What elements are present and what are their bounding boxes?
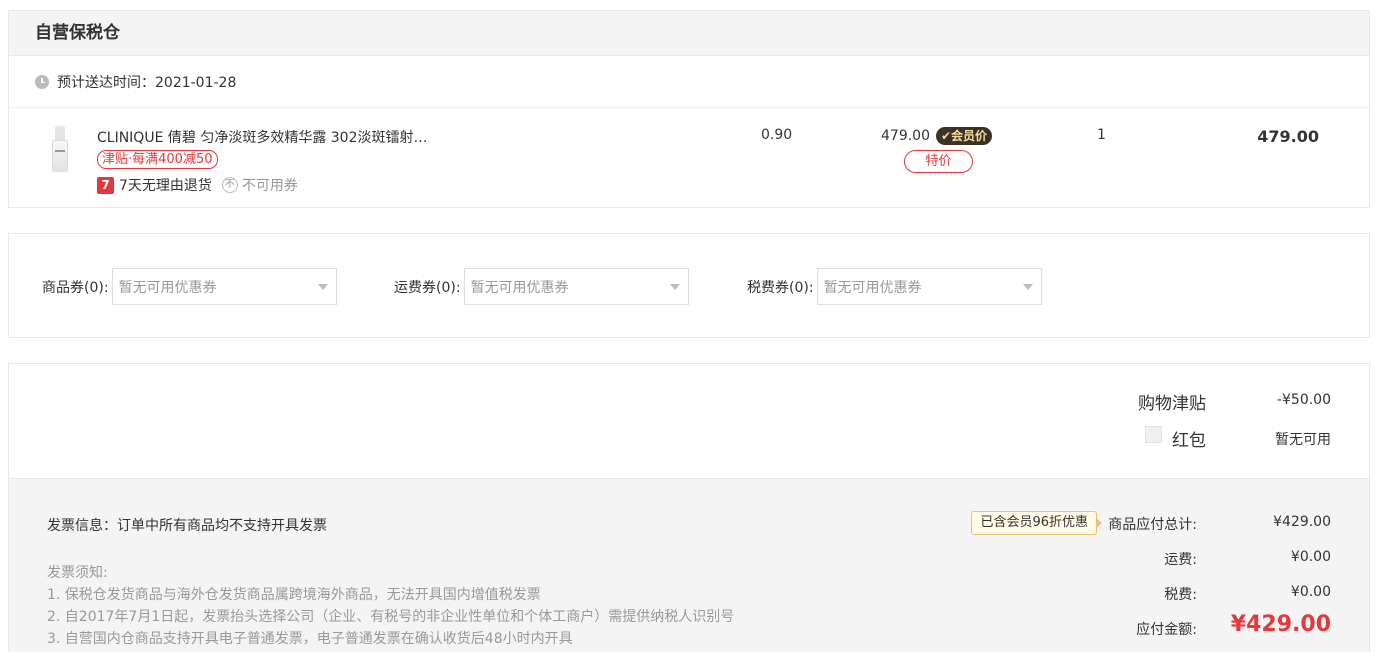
return-7day-icon: 7	[97, 176, 114, 194]
tax-coupon-value: 暂无可用优惠券	[823, 279, 922, 296]
special-price-tag: 特价	[904, 150, 973, 173]
delivery-row: 预计送达时间：2021-01-28	[9, 56, 1369, 108]
chevron-down-icon	[669, 284, 680, 290]
invoice-note: 2. 自2017年7月1日起，发票抬头选择公司（企业、有税号的非企业性单位和个体…	[47, 609, 735, 625]
unit-price: 479.00	[881, 128, 930, 144]
invoice-and-total-panel: 发票信息：订单中所有商品均不支持开具发票 发票须知: 1. 保税仓发货商品与海外…	[9, 478, 1369, 652]
no-coupon: 不 不可用券	[221, 175, 298, 195]
tax-fee-value: ¥0.00	[1290, 584, 1331, 600]
member-discount-tip: 已含会员96折优惠	[971, 511, 1102, 535]
tax-coupon-group: 税费券(0): 暂无可用优惠券	[747, 268, 1042, 305]
goods-coupon-group: 商品券(0): 暂无可用优惠券	[42, 268, 337, 305]
product-thumbnail[interactable]	[49, 126, 71, 174]
allowance-panel: 购物津贴 -¥50.00 红包 暂无可用	[9, 364, 1369, 478]
goods-total-label: 商品应付总计:	[1108, 517, 1197, 533]
tax-coupon-label: 税费券(0):	[747, 279, 814, 296]
invoice-note: 1. 保税仓发货商品与海外仓发货商品属跨境海外商品，无法开具国内增值税发票	[47, 587, 541, 603]
shipping-fee-value: ¥0.00	[1290, 549, 1331, 565]
red-packet-checkbox[interactable]	[1145, 426, 1162, 443]
tax-coupon-select[interactable]: 暂无可用优惠券	[816, 268, 1042, 305]
delivery-time: 预计送达时间：2021-01-28	[57, 74, 237, 91]
clock-icon	[35, 74, 49, 89]
invoice-note: 3. 自营国内仓商品支持开具电子普通发票，电子普通发票在确认收货后48小时内开具	[47, 631, 573, 647]
order-item: CLINIQUE 倩碧 匀净淡斑多效精华露 302淡斑镭射… 津贴·每满400减…	[9, 108, 1369, 207]
unit-price-row: 479.00 ✔会员价	[881, 127, 993, 145]
item-discount: 0.90	[761, 127, 793, 143]
vip-price-badge: ✔会员价	[936, 127, 993, 145]
goods-coupon-label: 商品券(0):	[42, 279, 109, 296]
service-row: 7 7天无理由退货 不 不可用券	[97, 175, 298, 195]
red-packet-value: 暂无可用	[1275, 432, 1331, 448]
shopping-allowance-value: -¥50.00	[1276, 392, 1331, 408]
shipping-coupon-group: 运费券(0): 暂无可用优惠券	[394, 268, 689, 305]
tax-fee-label: 税费:	[1164, 587, 1197, 603]
coupon-section: 商品券(0): 暂无可用优惠券 运费券(0): 暂无可用优惠券 税费券(0): …	[8, 233, 1370, 338]
item-subtotal: 479.00	[1257, 127, 1319, 146]
amount-due-label: 应付金额:	[1136, 622, 1197, 638]
shipping-coupon-select[interactable]: 暂无可用优惠券	[463, 268, 689, 305]
product-name-link[interactable]: CLINIQUE 倩碧 匀净淡斑多效精华露 302淡斑镭射…	[97, 127, 457, 147]
warehouse-section: 自营保税仓 预计送达时间：2021-01-28 CLINIQUE 倩碧 匀净淡斑…	[8, 10, 1370, 208]
shipping-coupon-value: 暂无可用优惠券	[470, 279, 569, 296]
shipping-coupon-label: 运费券(0):	[394, 279, 461, 296]
amount-due-value: ¥429.00	[1230, 612, 1331, 637]
invoice-info: 发票信息：订单中所有商品均不支持开具发票	[47, 518, 327, 534]
invoice-notes-title: 发票须知:	[47, 565, 108, 581]
no-coupon-text: 不可用券	[241, 178, 298, 194]
goods-total-value: ¥429.00	[1273, 514, 1331, 530]
goods-coupon-value: 暂无可用优惠券	[118, 279, 217, 296]
shopping-allowance-label: 购物津贴	[1138, 394, 1206, 414]
item-quantity: 1	[1097, 127, 1106, 143]
summary-section: 购物津贴 -¥50.00 红包 暂无可用 发票信息：订单中所有商品均不支持开具发…	[8, 363, 1370, 652]
promo-tag: 津贴·每满400减50	[97, 150, 218, 169]
chevron-down-icon	[1022, 284, 1033, 290]
no-coupon-icon: 不	[221, 177, 238, 193]
goods-coupon-select[interactable]: 暂无可用优惠券	[111, 268, 337, 305]
invoice-notes: 1. 保税仓发货商品与海外仓发货商品属跨境海外商品，无法开具国内增值税发票 2.…	[47, 584, 734, 650]
return-policy-text: 7天无理由退货	[119, 178, 212, 194]
warehouse-title: 自营保税仓	[9, 11, 1369, 56]
shipping-fee-label: 运费:	[1164, 552, 1197, 568]
chevron-down-icon	[317, 284, 328, 290]
red-packet-label: 红包	[1172, 431, 1206, 451]
